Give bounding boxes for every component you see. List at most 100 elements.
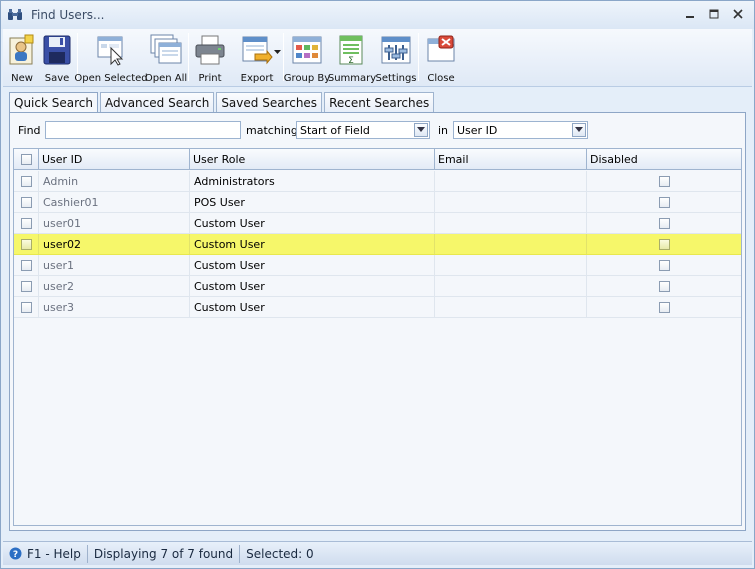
- row-select-cell: [14, 276, 39, 296]
- email-cell: [435, 255, 587, 275]
- row-select-checkbox[interactable]: [20, 301, 32, 313]
- row-select-cell: [14, 171, 39, 191]
- find-label: Find: [18, 124, 41, 137]
- save-button[interactable]: Save: [37, 29, 77, 85]
- column-email[interactable]: Email: [435, 149, 587, 170]
- disabled-cell: [587, 297, 741, 317]
- displaying-status: Displaying 7 of 7 found: [88, 544, 241, 563]
- column-disabled[interactable]: Disabled: [587, 149, 741, 170]
- settings-icon: [379, 33, 413, 67]
- new-user-icon: [5, 33, 39, 67]
- find-input[interactable]: [45, 121, 241, 139]
- group-by-icon: [290, 33, 324, 67]
- table-row[interactable]: user02 Custom User: [14, 234, 741, 255]
- row-select-checkbox[interactable]: [20, 196, 32, 208]
- disabled-checkbox[interactable]: [658, 259, 670, 271]
- tab-recent-searches[interactable]: Recent Searches: [324, 92, 435, 112]
- user-id-cell: user2: [39, 276, 190, 296]
- close-window-icon: [424, 33, 458, 67]
- table-row[interactable]: Cashier01 POS User: [14, 192, 741, 213]
- tab-saved-searches[interactable]: Saved Searches: [216, 92, 323, 112]
- disabled-checkbox[interactable]: [658, 175, 670, 187]
- matching-select[interactable]: Start of Field: [296, 121, 430, 139]
- user-role-cell: Custom User: [190, 276, 435, 296]
- help-text: F1 - Help: [27, 546, 81, 561]
- save-label: Save: [44, 73, 70, 84]
- user-role-cell: Administrators: [190, 171, 435, 191]
- export-label: Export: [240, 73, 274, 84]
- select-all-checkbox[interactable]: [20, 154, 32, 165]
- disabled-checkbox[interactable]: [658, 196, 670, 208]
- close-icon: [733, 9, 743, 19]
- settings-button[interactable]: Settings: [374, 29, 418, 85]
- matching-value: Start of Field: [300, 123, 370, 137]
- disabled-checkbox[interactable]: [658, 301, 670, 313]
- user-role-cell: Custom User: [190, 234, 435, 254]
- email-cell: [435, 297, 587, 317]
- disabled-checkbox[interactable]: [658, 217, 670, 229]
- table-row[interactable]: user01 Custom User: [14, 213, 741, 234]
- table-row[interactable]: user2 Custom User: [14, 276, 741, 297]
- email-cell: [435, 234, 587, 254]
- close-button[interactable]: [726, 5, 750, 23]
- table-row[interactable]: user3 Custom User: [14, 297, 741, 318]
- row-select-checkbox[interactable]: [20, 217, 32, 229]
- row-select-checkbox[interactable]: [20, 259, 32, 271]
- close-label: Close: [427, 73, 455, 84]
- maximize-icon: [709, 9, 719, 19]
- grid-header: User ID User Role Email Disabled: [14, 149, 741, 170]
- disabled-cell: [587, 171, 741, 191]
- minimize-button[interactable]: [678, 5, 702, 23]
- chevron-down-icon[interactable]: [572, 123, 586, 137]
- select-all-cell: [14, 149, 39, 170]
- summary-button[interactable]: Σ Summary: [328, 29, 376, 85]
- print-button[interactable]: Print: [189, 29, 231, 85]
- chevron-down-icon[interactable]: [274, 45, 281, 58]
- row-select-cell: [14, 192, 39, 212]
- user-role-cell: Custom User: [190, 213, 435, 233]
- row-select-checkbox[interactable]: [20, 175, 32, 187]
- open-selected-button[interactable]: Open Selected: [74, 29, 148, 85]
- row-select-checkbox[interactable]: [20, 238, 32, 250]
- email-cell: [435, 213, 587, 233]
- close-toolbar-button[interactable]: Close: [419, 29, 463, 85]
- help-status[interactable]: ? F1 - Help: [3, 544, 88, 563]
- open-selected-icon: [94, 33, 128, 67]
- tab-advanced-search[interactable]: Advanced Search: [99, 92, 215, 112]
- column-user-role[interactable]: User Role: [190, 149, 435, 170]
- maximize-button[interactable]: [702, 5, 726, 23]
- disabled-cell: [587, 192, 741, 212]
- export-icon: [240, 33, 274, 67]
- find-users-window: Find Users... New Save Open Selected Ope…: [0, 0, 755, 569]
- disabled-cell: [587, 276, 741, 296]
- row-select-cell: [14, 297, 39, 317]
- svg-text:?: ?: [13, 550, 18, 560]
- new-button[interactable]: New: [7, 29, 37, 85]
- binoculars-icon: [7, 7, 23, 23]
- user-id-cell: user02: [39, 234, 190, 254]
- row-select-checkbox[interactable]: [20, 280, 32, 292]
- in-field-select[interactable]: User ID: [453, 121, 588, 139]
- open-selected-label: Open Selected: [74, 73, 148, 84]
- open-all-button[interactable]: Open All: [144, 29, 188, 85]
- svg-text:Σ: Σ: [348, 56, 354, 66]
- disabled-checkbox[interactable]: [658, 238, 670, 250]
- user-id-cell: user1: [39, 255, 190, 275]
- user-id-cell: Cashier01: [39, 192, 190, 212]
- chevron-down-icon[interactable]: [414, 123, 428, 137]
- table-row[interactable]: user1 Custom User: [14, 255, 741, 276]
- printer-icon: [193, 33, 227, 67]
- table-row[interactable]: Admin Administrators: [14, 171, 741, 192]
- column-user-id[interactable]: User ID: [39, 149, 190, 170]
- disabled-checkbox[interactable]: [658, 280, 670, 292]
- email-cell: [435, 276, 587, 296]
- export-button[interactable]: Export: [231, 29, 283, 85]
- title-bar: Find Users...: [1, 1, 754, 29]
- selected-status: Selected: 0: [246, 546, 314, 561]
- user-id-cell: Admin: [39, 171, 190, 191]
- group-by-button[interactable]: Group By: [284, 29, 330, 85]
- row-select-cell: [14, 255, 39, 275]
- tab-quick-search[interactable]: Quick Search: [9, 92, 98, 113]
- user-role-cell: Custom User: [190, 297, 435, 317]
- email-cell: [435, 192, 587, 212]
